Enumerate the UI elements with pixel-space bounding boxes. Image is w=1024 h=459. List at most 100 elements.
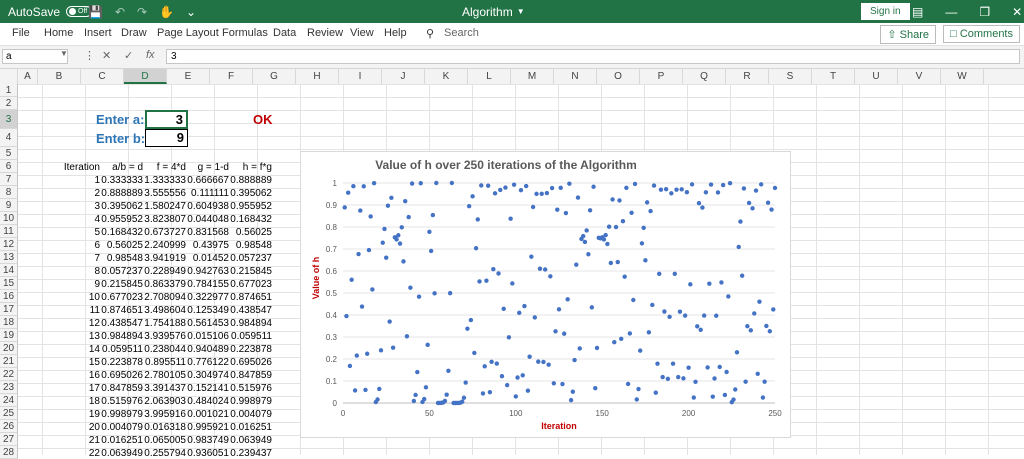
table-cell[interactable]: 0.955952	[95, 214, 143, 225]
table-cell[interactable]: 20	[52, 422, 100, 433]
table-cell[interactable]: 0.223878	[95, 357, 143, 368]
table-cell[interactable]: 0.333333	[95, 175, 143, 186]
table-cell[interactable]: 0.001021	[181, 409, 229, 420]
table-cell[interactable]: 3.939576	[138, 331, 186, 342]
title-dropdown-icon[interactable]: ▼	[517, 7, 525, 16]
table-cell[interactable]: 5	[52, 227, 100, 238]
table-cell[interactable]: 0.515976	[224, 383, 272, 394]
table-cell[interactable]: 0.984894	[224, 318, 272, 329]
row-header-3[interactable]: 3	[0, 110, 18, 129]
table-cell[interactable]: 0.322977	[181, 292, 229, 303]
row-header-15[interactable]: 15	[0, 277, 18, 290]
column-header-p[interactable]: P	[640, 69, 683, 84]
comments-button[interactable]: □ Comments	[943, 25, 1020, 43]
table-cell[interactable]: 0.831568	[181, 227, 229, 238]
row-header-7[interactable]: 7	[0, 173, 18, 186]
table-cell[interactable]: 0.438547	[95, 318, 143, 329]
column-header-o[interactable]: O	[597, 69, 640, 84]
table-cell[interactable]: 0.238044	[138, 344, 186, 355]
table-cell[interactable]: 14	[52, 344, 100, 355]
menu-page-layout[interactable]: Page Layout	[157, 27, 219, 39]
row-header-26[interactable]: 26	[0, 420, 18, 433]
table-cell[interactable]: 0.125349	[181, 305, 229, 316]
table-cell[interactable]: 0.059511	[95, 344, 143, 355]
table-cell[interactable]: 0.015106	[181, 331, 229, 342]
table-cell[interactable]: 0.940489	[181, 344, 229, 355]
enter-check-icon[interactable]: ✓	[124, 49, 133, 62]
table-cell[interactable]: 0.666667	[181, 175, 229, 186]
table-cell[interactable]: 0.98548	[224, 240, 272, 251]
table-cell[interactable]: 0.847859	[224, 370, 272, 381]
table-cell[interactable]: 2	[52, 188, 100, 199]
row-header-17[interactable]: 17	[0, 303, 18, 316]
table-cell[interactable]: 0.063949	[224, 435, 272, 446]
column-header-e[interactable]: E	[167, 69, 210, 84]
row-header-22[interactable]: 22	[0, 368, 18, 381]
autosave-group[interactable]: AutoSave Off	[8, 0, 93, 23]
table-cell[interactable]: 18	[52, 396, 100, 407]
table-cell[interactable]: 2.780105	[138, 370, 186, 381]
touch-mode-icon[interactable]: ✋	[159, 5, 174, 19]
column-header-b[interactable]: B	[38, 69, 81, 84]
table-cell[interactable]: 0.515976	[95, 396, 143, 407]
document-title[interactable]: Algorithm	[462, 5, 513, 19]
row-header-21[interactable]: 21	[0, 355, 18, 368]
undo-icon[interactable]: ↶	[115, 5, 125, 19]
table-cell[interactable]: 0.168432	[224, 214, 272, 225]
close-icon[interactable]: ✕	[1012, 5, 1022, 19]
menu-view[interactable]: View	[350, 27, 374, 39]
table-cell[interactable]: 1.333333	[138, 175, 186, 186]
table-cell[interactable]: 1.754188	[138, 318, 186, 329]
menu-data[interactable]: Data	[273, 27, 296, 39]
menu-home[interactable]: Home	[44, 27, 73, 39]
table-cell[interactable]: 0.784155	[181, 279, 229, 290]
table-cell[interactable]: 3	[52, 201, 100, 212]
column-header-s[interactable]: S	[769, 69, 812, 84]
table-cell[interactable]: 0.239437	[224, 448, 272, 459]
table-cell[interactable]: 0.677023	[224, 279, 272, 290]
sign-in-button[interactable]: Sign in	[861, 3, 910, 20]
table-cell[interactable]: 2.240999	[138, 240, 186, 251]
table-cell[interactable]: 22	[52, 448, 100, 459]
table-cell[interactable]: 4	[52, 214, 100, 225]
table-cell[interactable]: 21	[52, 435, 100, 446]
table-cell[interactable]: 0.942763	[181, 266, 229, 277]
table-cell[interactable]: 19	[52, 409, 100, 420]
table-cell[interactable]: 0.995921	[181, 422, 229, 433]
table-cell[interactable]: 0.057237	[95, 266, 143, 277]
table-cell[interactable]: 0.304974	[181, 370, 229, 381]
column-header-r[interactable]: R	[726, 69, 769, 84]
column-header-f[interactable]: F	[210, 69, 253, 84]
column-header-v[interactable]: V	[898, 69, 941, 84]
table-cell[interactable]: 0.888889	[224, 175, 272, 186]
table-cell[interactable]: 3.498604	[138, 305, 186, 316]
row-header-12[interactable]: 12	[0, 238, 18, 251]
column-header-g[interactable]: G	[253, 69, 296, 84]
table-cell[interactable]: 3.823807	[138, 214, 186, 225]
row-header-16[interactable]: 16	[0, 290, 18, 303]
table-cell[interactable]: 0.998979	[95, 409, 143, 420]
formula-input[interactable]: 3	[166, 49, 1020, 64]
table-cell[interactable]: 0.98548	[95, 253, 143, 264]
table-cell[interactable]: 0.936051	[181, 448, 229, 459]
row-header-8[interactable]: 8	[0, 186, 18, 199]
column-header-q[interactable]: Q	[683, 69, 726, 84]
table-cell[interactable]: 0.874651	[95, 305, 143, 316]
input-a-cell[interactable]: 3	[145, 110, 188, 129]
row-header-23[interactable]: 23	[0, 381, 18, 394]
row-header-4[interactable]: 4	[0, 129, 18, 147]
table-cell[interactable]: 0.215845	[95, 279, 143, 290]
table-cell[interactable]: 0.847859	[95, 383, 143, 394]
table-cell[interactable]: 0.677023	[95, 292, 143, 303]
chart-container[interactable]: Value of h over 250 iterations of the Al…	[300, 151, 791, 438]
table-cell[interactable]: 16	[52, 370, 100, 381]
save-icon[interactable]: 💾	[88, 5, 103, 19]
table-cell[interactable]: 2.063903	[138, 396, 186, 407]
customize-toolbar-icon[interactable]: ⌄	[186, 5, 196, 19]
table-cell[interactable]: 0.56025	[95, 240, 143, 251]
menu-draw[interactable]: Draw	[121, 27, 147, 39]
row-header-5[interactable]: 5	[0, 147, 18, 160]
table-cell[interactable]: 0.111111	[181, 188, 229, 199]
row-header-14[interactable]: 14	[0, 264, 18, 277]
column-header-h[interactable]: H	[296, 69, 339, 84]
